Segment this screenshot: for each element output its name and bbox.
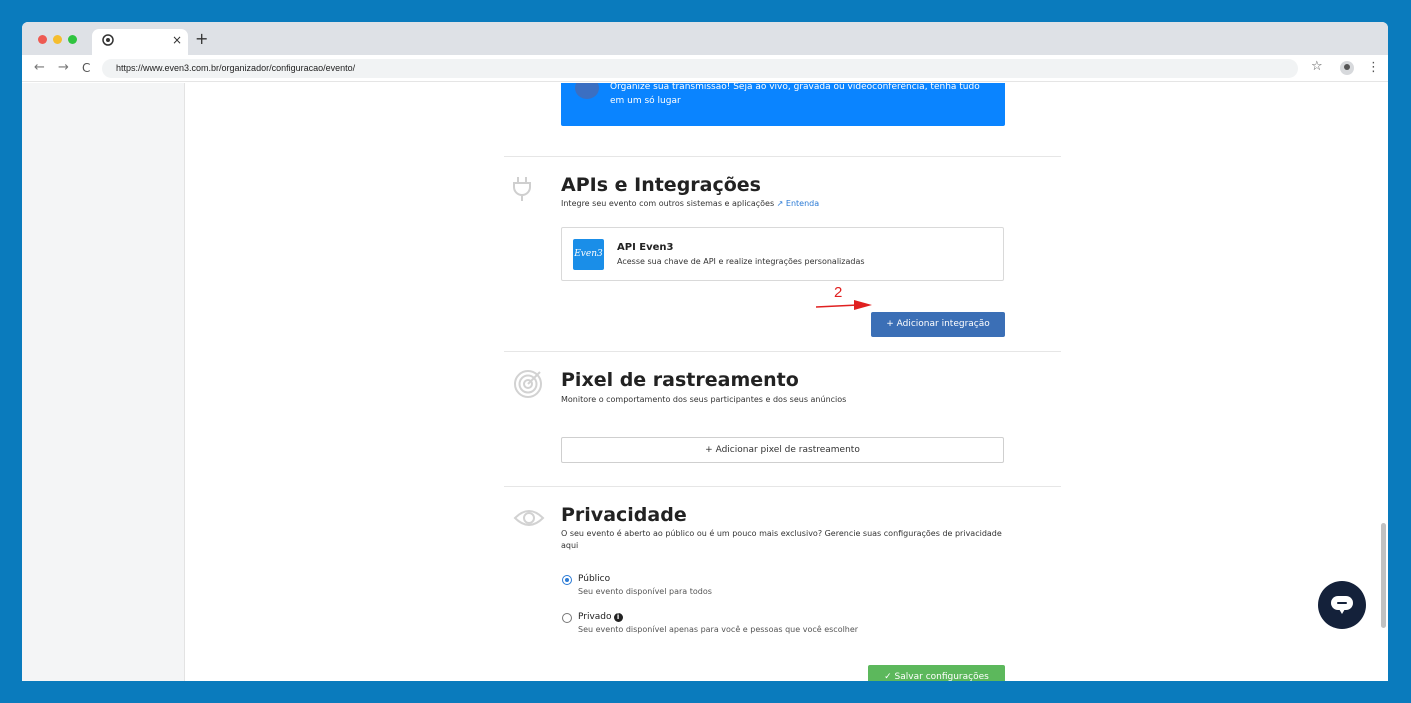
save-settings-button[interactable]: ✓ Salvar configurações (868, 665, 1005, 681)
section-divider (504, 351, 1061, 352)
minimize-window-button[interactable] (53, 35, 62, 44)
left-sidebar (22, 83, 185, 681)
pixel-description: Monitore o comportamento dos seus partic… (561, 395, 847, 404)
private-label-text: Privado (578, 612, 612, 622)
api-even3-card[interactable]: Even3 API Even3 Acesse sua chave de API … (561, 227, 1004, 281)
add-pixel-button[interactable]: + Adicionar pixel de rastreamento (561, 437, 1004, 463)
info-icon[interactable]: i (613, 613, 623, 622)
close-window-button[interactable] (38, 35, 47, 44)
even3-logo: Even3 (573, 239, 604, 270)
private-label[interactable]: Privado i (578, 611, 623, 623)
privacy-title: Privacidade (561, 504, 687, 526)
banner-text: Organize sua transmissão! Seja ao vivo, … (610, 83, 980, 106)
add-integration-button[interactable]: + Adicionar integração (871, 312, 1005, 337)
tab-bar: × + (22, 22, 1388, 55)
transmission-banner[interactable]: Organize sua transmissão! Seja ao vivo, … (561, 83, 1005, 126)
section-divider (504, 156, 1061, 157)
bookmark-star-icon[interactable]: ☆ (1311, 59, 1323, 75)
eye-icon (513, 507, 545, 533)
private-radio[interactable] (562, 613, 572, 623)
apis-description: Integre seu evento com outros sistemas e… (561, 198, 819, 210)
privacy-description: O seu evento é aberto ao público ou é um… (561, 529, 1002, 550)
apis-learn-link[interactable]: Entenda (786, 199, 819, 208)
apis-description-text: Integre seu evento com outros sistemas e… (561, 199, 775, 208)
url-text: https://www.even3.com.br/organizador/con… (116, 63, 356, 73)
chat-button[interactable] (1318, 581, 1366, 629)
api-card-description: Acesse sua chave de API e realize integr… (617, 257, 865, 266)
back-icon[interactable]: ← (34, 60, 45, 76)
public-description: Seu evento disponível para todos (578, 587, 712, 596)
browser-menu-icon[interactable]: ⋮ (1367, 60, 1380, 76)
scroll-thumb[interactable] (1381, 523, 1386, 628)
private-description: Seu evento disponível apenas para você e… (578, 625, 859, 634)
page-content: Organize sua transmissão! Seja ao vivo, … (22, 83, 1388, 681)
url-input[interactable]: https://www.even3.com.br/organizador/con… (102, 59, 1298, 78)
chrome-icon (102, 34, 114, 46)
forward-icon[interactable]: → (58, 60, 69, 76)
chat-icon (1331, 596, 1353, 610)
plug-icon (511, 176, 533, 206)
new-tab-button[interactable]: + (195, 31, 208, 47)
public-radio[interactable] (562, 575, 572, 585)
maximize-window-button[interactable] (68, 35, 77, 44)
public-label[interactable]: Público (578, 573, 610, 585)
external-link-icon[interactable]: ↗ (777, 199, 784, 208)
reload-icon[interactable]: C (82, 60, 90, 76)
annotation-arrow-icon (816, 300, 872, 310)
page-scrollbar[interactable] (1378, 83, 1388, 681)
close-tab-icon[interactable]: × (172, 33, 182, 47)
browser-tab[interactable]: × (92, 29, 188, 55)
apis-title: APIs e Integrações (561, 174, 761, 196)
profile-avatar-icon[interactable] (1340, 61, 1354, 75)
broadcast-icon (575, 83, 599, 99)
api-card-name: API Even3 (617, 242, 674, 253)
pixel-title: Pixel de rastreamento (561, 369, 799, 391)
section-divider (504, 486, 1061, 487)
browser-window: × + ← → C https://www.even3.com.br/organ… (22, 22, 1388, 681)
address-bar: ← → C https://www.even3.com.br/organizad… (22, 55, 1388, 82)
target-icon (513, 369, 543, 403)
